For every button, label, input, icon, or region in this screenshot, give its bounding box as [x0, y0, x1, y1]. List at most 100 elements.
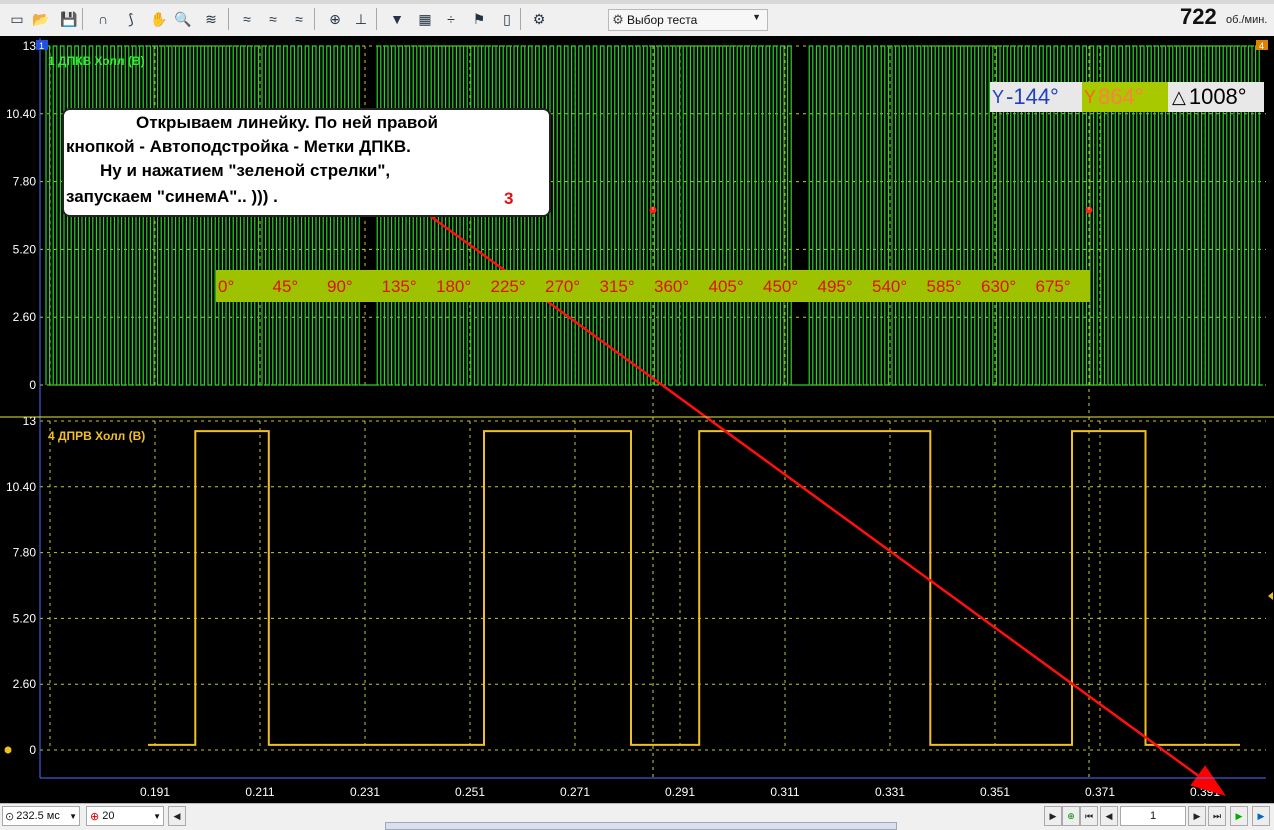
toolbar-separator [314, 8, 315, 30]
cursor-right-readout: Y 864° [1082, 82, 1168, 112]
x-tick-label: 0.191 [140, 785, 170, 799]
ch1-y-tick-label: 7.80 [13, 175, 37, 189]
channel-4-label: 4 ДПРВ Холл (В) [48, 429, 145, 443]
note-line-2: кнопкой - Автоподстройка - Метки ДПКВ. [66, 137, 411, 156]
x-tick-label: 0.211 [245, 785, 274, 799]
gear-icon: ⚙ [612, 12, 624, 27]
ch1-y-tick-label: 10.40 [6, 107, 36, 121]
toolbar-separator [376, 8, 377, 30]
x-tick-label: 0.251 [455, 785, 485, 799]
chevron-down-icon: ▼ [69, 811, 77, 821]
ch4-y-tick-label: 7.80 [13, 546, 37, 560]
ch1-y-tick-label: 0 [29, 378, 36, 392]
first-frame-button[interactable]: ⏮ [1080, 806, 1098, 826]
test-select-dropdown[interactable]: ⚙ Выбор теста ▼ [608, 9, 768, 31]
x-tick-label: 0.351 [980, 785, 1010, 799]
plus-circle-icon: ⊕ [90, 810, 100, 823]
ch1-y-tick-label: 5.20 [13, 242, 37, 256]
x-tick-label: 0.271 [560, 785, 590, 799]
filter-wave-3-icon[interactable]: ≈ [288, 8, 310, 30]
x-tick-label: 0.331 [875, 785, 905, 799]
degree-label: 0° [218, 277, 235, 296]
channel-1-label: 1 ДПКВ Холл (В) [48, 54, 145, 68]
chevron-down-icon: ▼ [153, 811, 161, 821]
degree-label: 360° [654, 277, 690, 296]
new-file-icon[interactable]: ▭ [6, 8, 28, 30]
last-frame-button[interactable]: ⏭ [1208, 806, 1226, 826]
auto-trigger-icon[interactable]: ▼ [386, 8, 408, 30]
ch4-y-tick-label: 5.20 [13, 611, 37, 625]
degree-label: 450° [763, 277, 799, 296]
cursor-mode-icon[interactable]: ∩ [92, 8, 114, 30]
scroll-right-button[interactable]: ▶ [1044, 806, 1062, 826]
document-icon[interactable]: ▯ [496, 8, 518, 30]
play-button[interactable]: ▶ [1230, 806, 1248, 826]
play-fast-button[interactable]: ▶ [1252, 806, 1270, 826]
delta-icon: △ [1172, 86, 1186, 107]
ch4-y-tick-label: 2.60 [13, 677, 37, 691]
toolbar: ▭ 📂 💾 ∩ ⟆ ✋ 🔍 ≋ ≈ ≈ ≈ ⊕ ⊥ ▼ ▦ ÷ ⚑ ▯ ⚙ ⚙ Выбор теста ▼ 722 … [0, 0, 1274, 37]
channel-4-zero-marker[interactable] [4, 746, 12, 754]
ruler-icon[interactable]: ÷ [440, 8, 462, 30]
count-select[interactable]: ⊕ 20 ▼ [86, 806, 164, 826]
note-line-1: Открываем линейку. По ней правой [136, 113, 438, 132]
cursor-delta-readout: △ 1008° [1168, 82, 1264, 112]
step-number: 3 [504, 189, 514, 208]
ch1-y-tick-label: 2.60 [13, 310, 37, 324]
note-line-3: Ну и нажатием "зеленой стрелки", [100, 161, 391, 180]
x-tick-label: 0.371 [1085, 785, 1115, 799]
auto-icon[interactable]: ⚙ [528, 8, 550, 30]
x-tick-label: 0.231 [350, 785, 380, 799]
toolbar-separator [520, 8, 521, 30]
add-frame-button[interactable]: ⊕ [1062, 806, 1080, 826]
x-tick-label: 0.311 [770, 785, 799, 799]
scroll-left-button[interactable]: ◀ [168, 806, 186, 826]
degree-label: 495° [817, 277, 853, 296]
frame-number-field[interactable]: 1 [1120, 806, 1186, 826]
horizontal-scrollbar[interactable] [385, 822, 897, 830]
save-icon[interactable]: 💾 [58, 8, 80, 30]
annotation-note: Открываем линейку. По ней правой кнопкой… [62, 108, 551, 217]
degree-label: 90° [327, 277, 353, 296]
degree-label: 225° [490, 277, 526, 296]
degree-label: 180° [436, 277, 472, 296]
test-select-label: Выбор теста [627, 13, 698, 27]
degree-label: 315° [599, 277, 635, 296]
cursor-left-readout: Y -144° [990, 82, 1082, 112]
toolbar-separator [82, 8, 83, 30]
degree-label: 675° [1035, 277, 1071, 296]
y-zero-icon[interactable]: ⊥ [350, 8, 372, 30]
filter-wave-icon[interactable]: ≈ [236, 8, 258, 30]
time-per-div-select[interactable]: ⊙ 232.5 мс ▼ [2, 806, 80, 826]
tab-strip [0, 0, 1274, 4]
zoom-icon[interactable]: 🔍 [172, 8, 194, 30]
marker-flag-icon[interactable]: ⚑ [468, 8, 490, 30]
trigger-level-marker[interactable] [1268, 592, 1273, 600]
degree-label: 135° [381, 277, 417, 296]
hand-pan-icon[interactable]: ✋ [148, 8, 170, 30]
channel-1-number: 1 [39, 41, 44, 51]
toolbar-separator [228, 8, 229, 30]
oscilloscope-area[interactable]: 13 10.40 7.80 5.20 2.60 0 13 10.40 7.80 5.20 2.60… [0, 36, 1274, 803]
rpm-value: 722 [1180, 4, 1217, 29]
filter-wave-2-icon[interactable]: ≈ [262, 8, 284, 30]
prev-frame-button[interactable]: ◀ [1100, 806, 1118, 826]
degree-label: 270° [545, 277, 581, 296]
grid-icon[interactable]: ▦ [414, 8, 436, 30]
degree-label: 405° [708, 277, 744, 296]
clock-icon: ⊙ [5, 810, 15, 823]
rpm-unit: об./мин. [1226, 14, 1268, 26]
open-folder-icon[interactable]: 📂 [30, 8, 52, 30]
degree-label: 585° [926, 277, 962, 296]
next-frame-button[interactable]: ▶ [1188, 806, 1206, 826]
ch1-y-tick-label: 13 [23, 39, 37, 53]
auto-scale-icon[interactable]: ⊕ [324, 8, 346, 30]
degree-label: 45° [272, 277, 299, 296]
measure-mode-icon[interactable]: ⟆ [120, 8, 142, 30]
x-tick-label: 0.291 [665, 785, 695, 799]
cursor-right-icon: Y [1084, 86, 1097, 107]
statusbar: ⊙ 232.5 мс ▼ ⊕ 20 ▼ ◀ ▶ ⊕ ⏮ ◀ 1 ▶ ⏭ ▶ ▶ [0, 803, 1274, 830]
amplitude-scale-icon[interactable]: ≋ [200, 8, 222, 30]
cursor-left-icon: Y [992, 86, 1005, 107]
degree-ruler[interactable]: 0° 45° 90° 135° 180° 225° 270° 315° 360° 405° 450°… [216, 270, 1090, 302]
